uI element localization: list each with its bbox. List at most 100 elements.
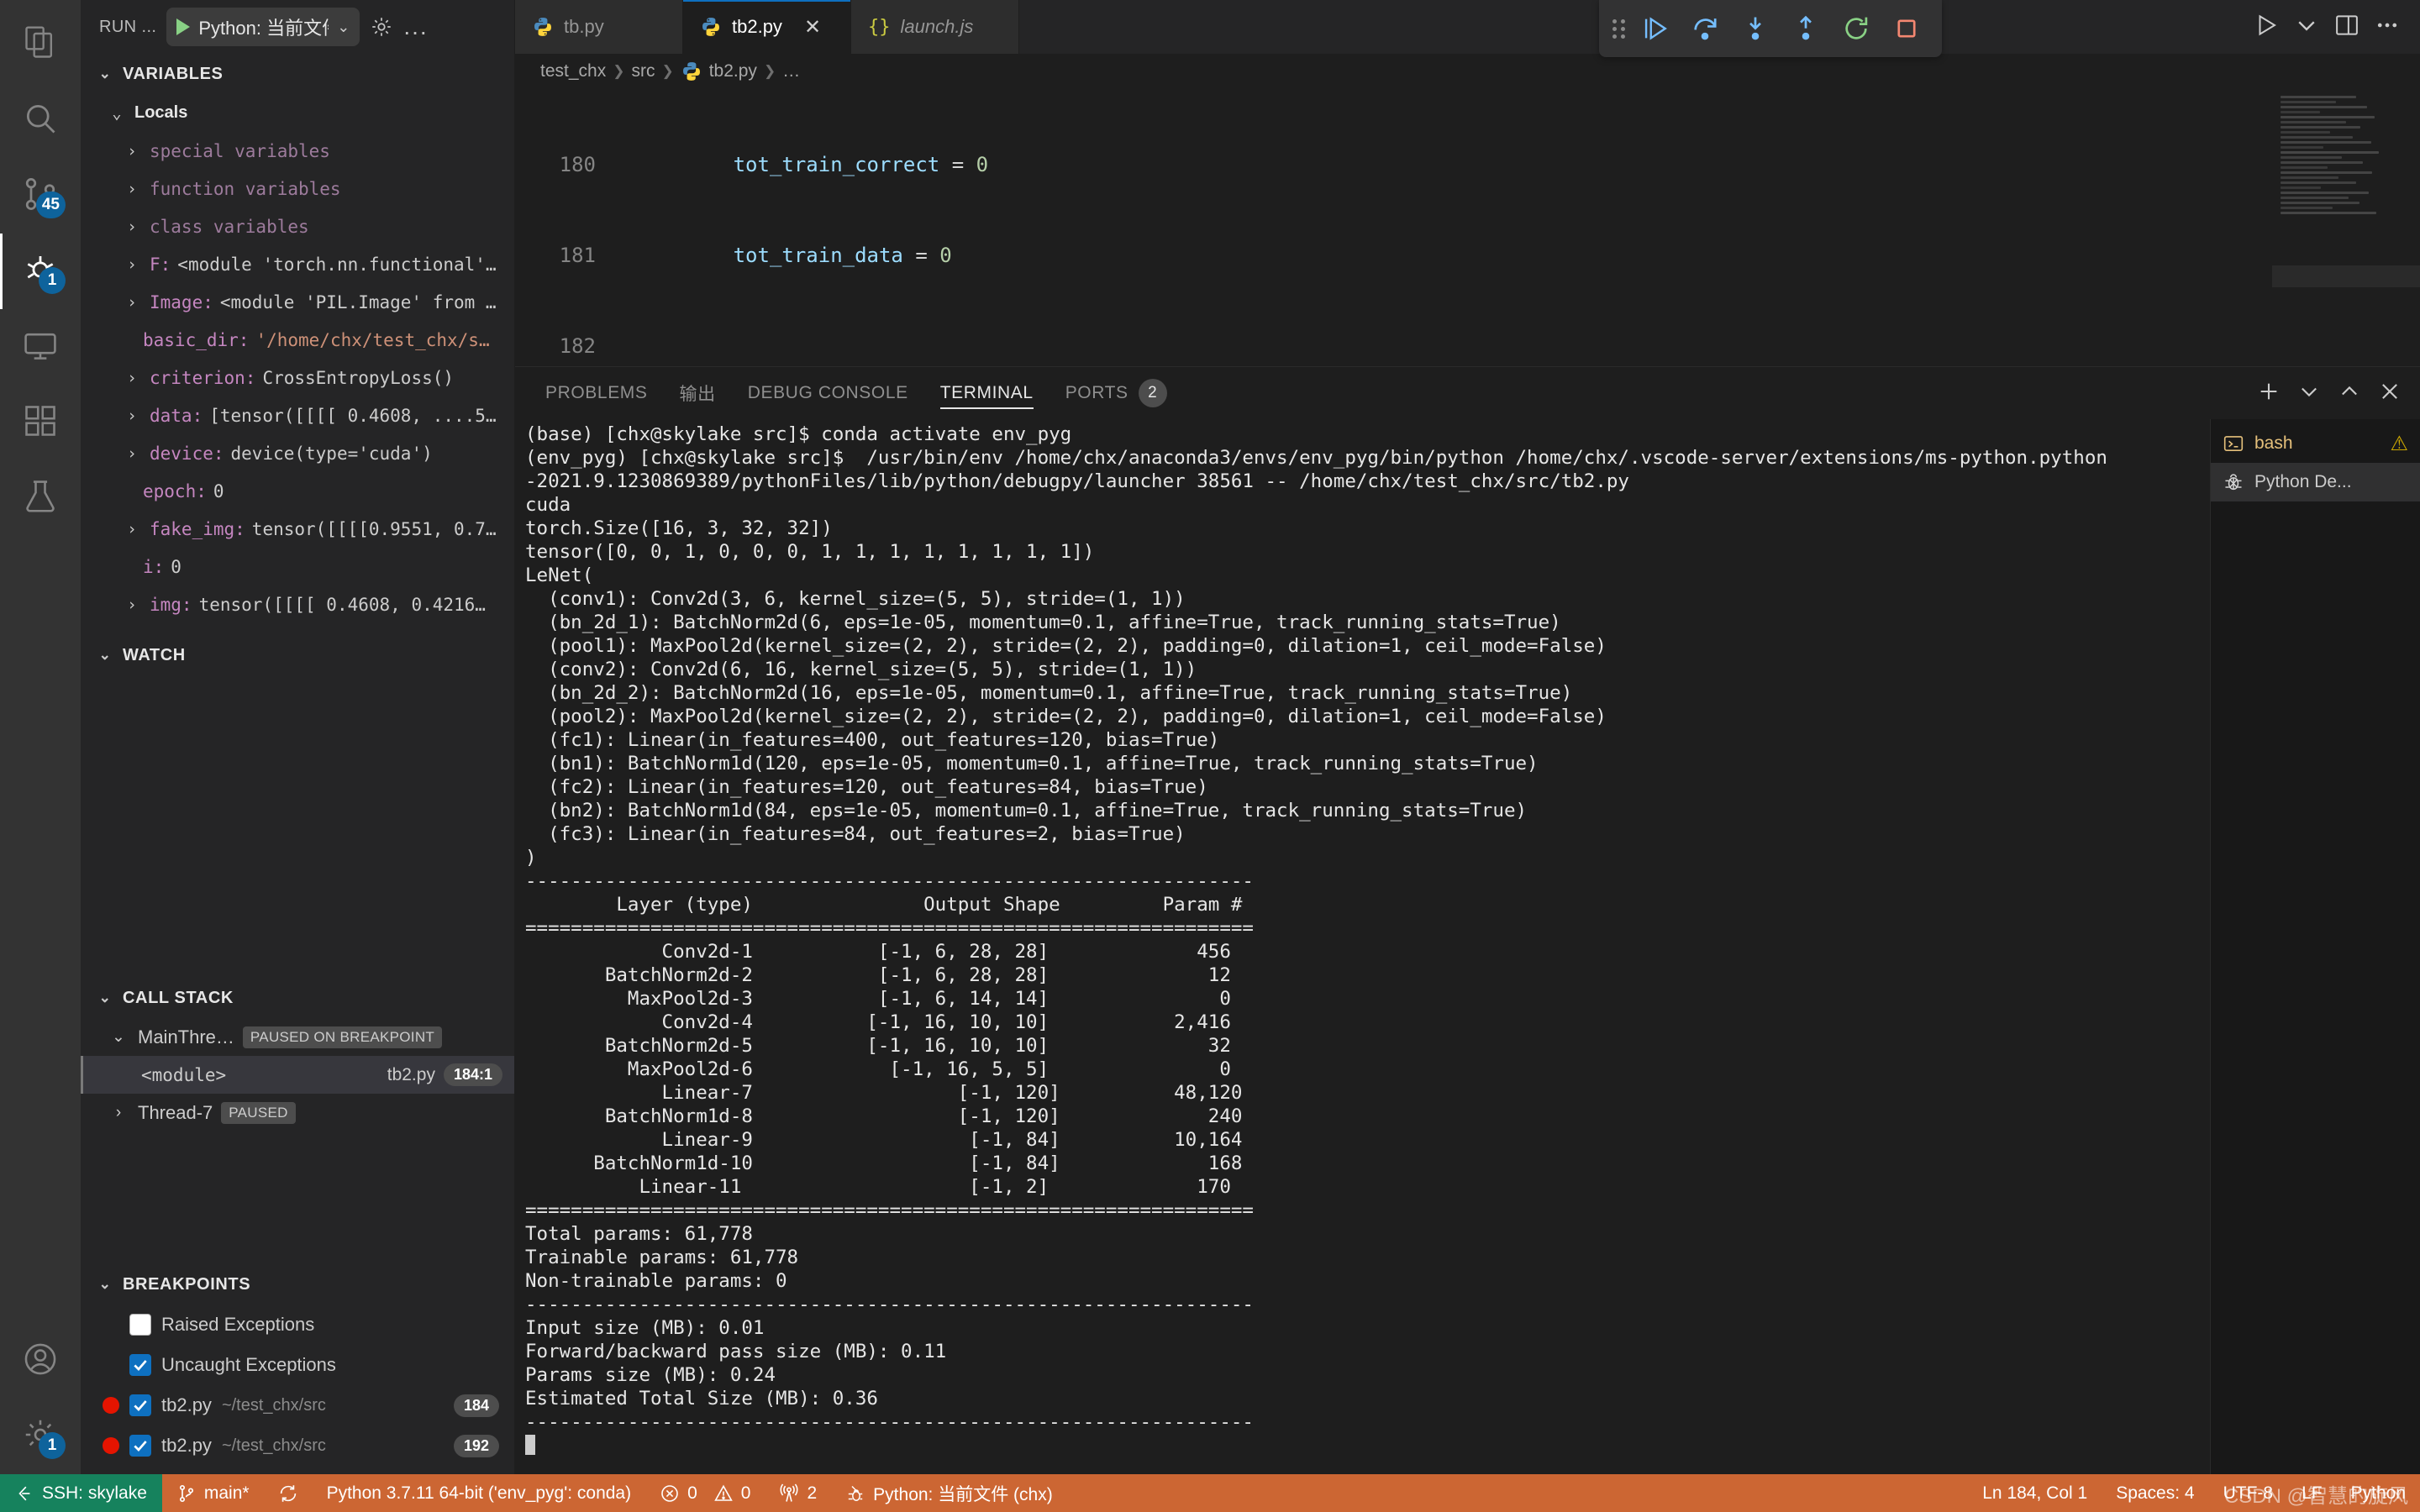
code-line[interactable]: 181 tot_train_data = 0 (515, 240, 2420, 270)
chevron-right-icon[interactable]: › (121, 293, 143, 312)
chevron-right-icon[interactable]: › (121, 407, 143, 425)
variable-row-function-variables[interactable]: › function variables (81, 170, 514, 207)
variable-row-fake-img[interactable]: › fake_img: tensor([[[[0.9551, 0.7… (81, 510, 514, 548)
run-dropdown-button[interactable] (2294, 13, 2319, 42)
variable-row-epoch[interactable]: epoch: 0 (81, 472, 514, 510)
open-launch-json-gear-icon[interactable] (370, 15, 393, 39)
variable-row-F[interactable]: › F: <module 'torch.nn.functional'… (81, 245, 514, 283)
editor-tab-tb2-py[interactable]: tb2.py ✕ (683, 0, 851, 54)
run-button[interactable] (2254, 13, 2279, 42)
maximize-panel-button[interactable] (2338, 380, 2361, 407)
variable-row-basic-dir[interactable]: basic_dir: '/home/chx/test_chx/s… (81, 321, 514, 359)
chevron-down-icon[interactable]: ⌄ (108, 1027, 129, 1047)
variable-row-img[interactable]: › img: tensor([[[[ 0.4608, 0.4216… (81, 585, 514, 623)
sidebar-more-actions-button[interactable]: ... (403, 15, 428, 39)
close-icon[interactable]: ✕ (804, 15, 821, 39)
breakpoint-tb2-192[interactable]: tb2.py ~/test_chx/src 192 (81, 1425, 514, 1466)
step-into-button[interactable] (1732, 5, 1779, 52)
variable-row-criterion[interactable]: › criterion: CrossEntropyLoss() (81, 359, 514, 396)
watch-list[interactable] (81, 675, 514, 978)
status-cursor-position[interactable]: Ln 184, Col 1 (1968, 1474, 2102, 1512)
code-line[interactable]: 182 (515, 331, 2420, 361)
chevron-right-icon[interactable]: › (121, 369, 143, 387)
variables-section-header[interactable]: ⌄ VARIABLES (81, 54, 514, 94)
breakpoint-checkbox[interactable] (129, 1354, 151, 1376)
variable-row-i[interactable]: i: 0 (81, 548, 514, 585)
breadcrumb-item-symbol[interactable]: … (782, 61, 800, 81)
terminal-list-item-python-debug[interactable]: Python De... (2211, 463, 2420, 501)
status-debug-config[interactable]: Python: 当前文件 (chx) (831, 1474, 1067, 1512)
continue-button[interactable] (1631, 5, 1678, 52)
restart-button[interactable] (1833, 5, 1880, 52)
breakpoints-section-header[interactable]: ⌄ BREAKPOINTS (81, 1264, 514, 1305)
chevron-right-icon[interactable]: › (121, 255, 143, 274)
variable-row-device[interactable]: › device: device(type='cuda') (81, 434, 514, 472)
panel-tab-output[interactable]: 输出 (680, 367, 716, 419)
terminal-list-item-bash[interactable]: bash ⚠ (2211, 424, 2420, 463)
status-encoding[interactable]: UTF-8 (2209, 1474, 2288, 1512)
activity-item-run-and-debug[interactable]: 1 (0, 234, 81, 309)
variables-scope-locals[interactable]: ⌄ Locals (81, 94, 514, 132)
callstack-thread-7[interactable]: › Thread-7 PAUSED (81, 1094, 514, 1131)
new-terminal-button[interactable] (2257, 380, 2281, 407)
activity-item-settings[interactable]: 1 (0, 1399, 81, 1474)
activity-item-source-control[interactable]: 45 (0, 158, 81, 234)
step-out-button[interactable] (1782, 5, 1829, 52)
start-debug-icon[interactable] (176, 18, 191, 35)
drag-handle-icon[interactable] (1611, 14, 1628, 43)
variable-row-Image[interactable]: › Image: <module 'PIL.Image' from … (81, 283, 514, 321)
callstack-section-header[interactable]: ⌄ CALL STACK (81, 978, 514, 1018)
panel-tab-ports[interactable]: PORTS 2 (1065, 367, 1167, 419)
step-over-button[interactable] (1681, 5, 1728, 52)
breakpoint-tb2-184[interactable]: tb2.py ~/test_chx/src 184 (81, 1385, 514, 1425)
split-editor-button[interactable] (2334, 13, 2360, 42)
status-interpreter[interactable]: Python 3.7.11 64-bit ('env_pyg': conda) (313, 1474, 646, 1512)
chevron-right-icon[interactable]: › (121, 180, 143, 198)
watch-section-header[interactable]: ⌄ WATCH (81, 635, 514, 675)
status-radio-tower[interactable]: 2 (765, 1474, 831, 1512)
launch-config-selector[interactable]: Python: 当前文件 ⌄ (166, 8, 360, 46)
status-problems[interactable]: 0 0 (645, 1474, 765, 1512)
activity-item-explorer[interactable] (0, 7, 81, 82)
status-remote-host[interactable]: SSH: skylake (0, 1474, 162, 1512)
activity-item-accounts[interactable] (0, 1323, 81, 1399)
editor-minimap[interactable] (2272, 89, 2420, 366)
status-eol[interactable]: LF (2287, 1474, 2337, 1512)
breakpoint-checkbox[interactable] (129, 1394, 151, 1416)
chevron-right-icon[interactable]: › (121, 596, 143, 614)
editor-tab-launch-json[interactable]: {} launch.js (851, 0, 1019, 54)
status-language-mode[interactable]: Python (2337, 1474, 2420, 1512)
callstack-thread-main[interactable]: ⌄ MainThre… PAUSED ON BREAKPOINT (81, 1018, 514, 1056)
chevron-right-icon[interactable]: › (108, 1104, 129, 1122)
activity-item-search[interactable] (0, 82, 81, 158)
variable-row-class-variables[interactable]: › class variables (81, 207, 514, 245)
activity-item-testing[interactable] (0, 460, 81, 536)
chevron-right-icon[interactable]: › (121, 142, 143, 160)
breakpoint-checkbox[interactable] (129, 1314, 151, 1336)
more-actions-button[interactable] (2375, 13, 2400, 42)
panel-tab-terminal[interactable]: TERMINAL (939, 367, 1034, 419)
breadcrumb-item-src[interactable]: src (631, 61, 655, 81)
status-sync[interactable] (264, 1474, 313, 1512)
debug-toolbar[interactable] (1599, 0, 1942, 57)
terminal-output[interactable]: (base) [chx@skylake src]$ conda activate… (515, 419, 2195, 1474)
chevron-right-icon[interactable]: › (121, 444, 143, 463)
variable-row-special-variables[interactable]: › special variables (81, 132, 514, 170)
variable-row-data[interactable]: › data: [tensor([[[[ 0.4608, ....5… (81, 396, 514, 434)
callstack-frame-module[interactable]: <module> tb2.py 184:1 (81, 1056, 514, 1094)
activity-item-remote-explorer[interactable] (0, 309, 81, 385)
code-line[interactable]: 180 tot_train_correct = 0 (515, 150, 2420, 180)
chevron-right-icon[interactable]: › (121, 520, 143, 538)
status-branch[interactable]: main* (162, 1474, 264, 1512)
status-indentation[interactable]: Spaces: 4 (2102, 1474, 2208, 1512)
breakpoint-raised-exceptions[interactable]: Raised Exceptions (81, 1305, 514, 1345)
close-panel-button[interactable] (2378, 380, 2402, 407)
terminal-dropdown-button[interactable] (2297, 380, 2321, 407)
panel-tab-debug-console[interactable]: DEBUG CONSOLE (748, 367, 908, 419)
activity-item-extensions[interactable] (0, 385, 81, 460)
panel-tab-problems[interactable]: PROBLEMS (545, 367, 648, 419)
breakpoint-checkbox[interactable] (129, 1435, 151, 1457)
code-editor[interactable]: 180 tot_train_correct = 0 181 tot_train_… (515, 89, 2420, 366)
breadcrumb-item-test-chx[interactable]: test_chx (540, 61, 606, 81)
stop-button[interactable] (1883, 5, 1930, 52)
